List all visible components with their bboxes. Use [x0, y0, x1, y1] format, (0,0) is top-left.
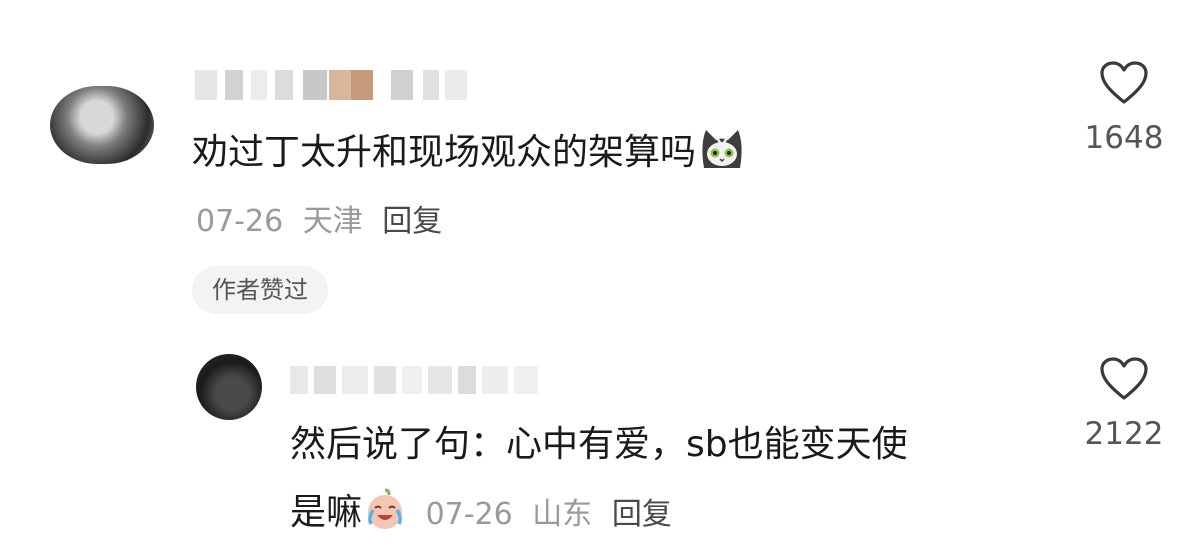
username-mosaic[interactable] [290, 366, 550, 396]
reply-location: 山东 [532, 497, 593, 532]
heart-outline-icon[interactable] [1099, 356, 1149, 402]
reply-button[interactable]: 回复 [612, 497, 672, 532]
like-button[interactable]: 2122 [1064, 356, 1184, 452]
crying-laugh-emoji [362, 486, 408, 536]
reply-text-line-1: 然后说了句：心中有爱，sb也能变天使 [290, 424, 908, 465]
avatar[interactable] [196, 354, 262, 420]
author-liked-badge: 作者赞过 [192, 266, 328, 314]
reply-text-tail: 是嘛 [290, 492, 363, 533]
like-button[interactable]: 1648 [1064, 60, 1184, 156]
avatar[interactable] [50, 86, 154, 164]
comment-text: 劝过丁太升和现场观众的架算吗 [192, 124, 748, 184]
reply-meta: 07-26 山东 回复 [416, 497, 682, 532]
reply-date: 07-26 [425, 497, 513, 532]
comment-meta: 07-26 天津 回复 [196, 196, 452, 240]
reply-text-line-2: 是嘛 07-26 山东 回复 [290, 486, 682, 536]
reply-button[interactable]: 回复 [382, 204, 442, 239]
like-count: 2122 [1084, 416, 1164, 452]
comment-body: 劝过丁太升和现场观众的架算吗 [192, 132, 697, 173]
heart-outline-icon[interactable] [1099, 60, 1149, 106]
cat-emoji [696, 124, 748, 184]
comment-location: 天津 [302, 204, 363, 239]
like-count: 1648 [1084, 120, 1164, 156]
username-mosaic[interactable] [195, 70, 475, 100]
comment-date: 07-26 [196, 204, 284, 239]
